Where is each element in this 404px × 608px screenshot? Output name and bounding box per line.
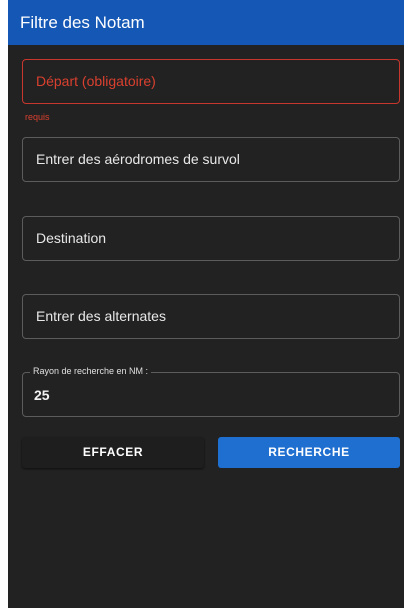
alternates-input[interactable]: Entrer des alternates (22, 294, 400, 339)
search-radius-field[interactable]: Rayon de recherche en NM : 25 (22, 366, 400, 417)
overflight-aerodromes-input[interactable]: Entrer des aérodromes de survol (22, 137, 400, 182)
destination-input[interactable]: Destination (22, 216, 400, 261)
notam-filter-dialog: Filtre des Notam Départ (obligatoire) re… (8, 0, 404, 608)
departure-input[interactable]: Départ (obligatoire) (22, 59, 400, 104)
search-radius-value[interactable]: 25 (34, 387, 50, 403)
dialog-title: Filtre des Notam (8, 0, 404, 45)
clear-button[interactable]: EFFACER (22, 437, 204, 468)
search-radius-label: Rayon de recherche en NM : (30, 366, 152, 376)
departure-required-hint: requis (25, 112, 50, 122)
search-button[interactable]: RECHERCHE (218, 437, 400, 468)
